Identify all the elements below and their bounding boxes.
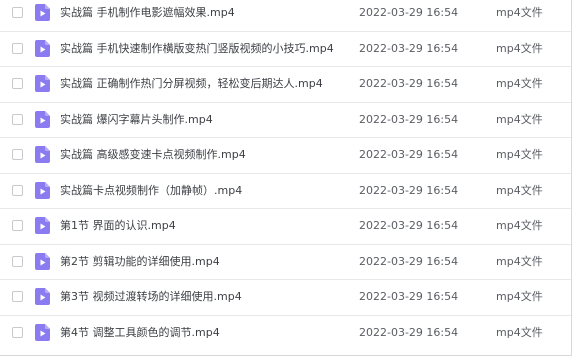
- video-file-icon: [35, 323, 50, 341]
- file-list: 实战篇 手机制作电影遮幅效果.mp4 2022-03-29 16:54 mp4文…: [0, 0, 572, 356]
- file-modified-date: 2022-03-29 16:54: [359, 148, 459, 161]
- file-type: mp4文件: [496, 290, 543, 303]
- row-checkbox[interactable]: [12, 149, 23, 160]
- row-checkbox[interactable]: [12, 113, 23, 125]
- file-type: mp4文件: [496, 77, 543, 90]
- row-checkbox[interactable]: [12, 78, 23, 89]
- file-name[interactable]: 第4节 调整工具颜色的调节.mp4: [60, 316, 220, 349]
- file-name[interactable]: 实战篇 高级感变速卡点视频制作.mp4: [60, 138, 246, 171]
- file-name[interactable]: 第3节 视频过渡转场的详细使用.mp4: [60, 280, 242, 313]
- file-modified-date: 2022-03-29 16:54: [359, 254, 459, 268]
- file-type: mp4文件: [496, 148, 543, 161]
- file-row[interactable]: 实战篇 高级感变速卡点视频制作.mp4 2022-03-29 16:54 mp4…: [0, 138, 571, 174]
- video-file-icon: [35, 217, 50, 234]
- file-type: mp4文件: [496, 219, 543, 232]
- file-modified-date: 2022-03-29 16:54: [359, 219, 459, 232]
- video-file-icon: [35, 146, 50, 163]
- file-name[interactable]: 实战篇 手机制作电影遮幅效果.mp4: [60, 0, 235, 29]
- video-file-icon: [35, 288, 50, 305]
- file-type: mp4文件: [496, 254, 543, 268]
- file-name[interactable]: 实战篇 正确制作热门分屏视频，轻松变后期达人.mp4: [60, 67, 323, 100]
- row-checkbox[interactable]: [12, 326, 23, 338]
- file-type: mp4文件: [496, 6, 543, 19]
- video-file-icon: [35, 181, 50, 199]
- file-type: mp4文件: [496, 41, 543, 55]
- file-name[interactable]: 实战篇 爆闪字幕片头制作.mp4: [60, 103, 213, 136]
- row-checkbox[interactable]: [12, 7, 23, 18]
- file-row[interactable]: 第4节 调整工具颜色的调节.mp4 2022-03-29 16:54 mp4文件: [0, 316, 571, 352]
- file-modified-date: 2022-03-29 16:54: [359, 41, 459, 55]
- file-row[interactable]: 第1节 界面的认识.mp4 2022-03-29 16:54 mp4文件: [0, 209, 571, 245]
- video-file-icon: [35, 252, 50, 270]
- file-name[interactable]: 实战篇 手机快速制作横版变热门竖版视频的小技巧.mp4: [60, 32, 334, 65]
- file-row[interactable]: 实战篇 手机快速制作横版变热门竖版视频的小技巧.mp4 2022-03-29 1…: [0, 32, 571, 67]
- file-row[interactable]: 实战篇 正确制作热门分屏视频，轻松变后期达人.mp4 2022-03-29 16…: [0, 67, 571, 103]
- file-modified-date: 2022-03-29 16:54: [359, 290, 459, 303]
- video-file-icon: [35, 75, 50, 92]
- file-row[interactable]: 实战篇 爆闪字幕片头制作.mp4 2022-03-29 16:54 mp4文件: [0, 103, 571, 138]
- row-checkbox[interactable]: [12, 184, 23, 196]
- file-row[interactable]: 实战篇 手机制作电影遮幅效果.mp4 2022-03-29 16:54 mp4文…: [0, 0, 571, 32]
- file-row[interactable]: 第3节 视频过渡转场的详细使用.mp4 2022-03-29 16:54 mp4…: [0, 280, 571, 316]
- file-modified-date: 2022-03-29 16:54: [359, 112, 459, 126]
- file-type: mp4文件: [496, 325, 543, 339]
- file-modified-date: 2022-03-29 16:54: [359, 183, 459, 197]
- row-checkbox[interactable]: [12, 291, 23, 302]
- video-file-icon: [35, 4, 50, 21]
- row-checkbox[interactable]: [12, 255, 23, 267]
- file-type: mp4文件: [496, 183, 543, 197]
- file-row[interactable]: 实战篇卡点视频制作（加静帧）.mp4 2022-03-29 16:54 mp4文…: [0, 174, 571, 209]
- video-file-icon: [35, 110, 50, 128]
- row-checkbox[interactable]: [12, 42, 23, 54]
- file-modified-date: 2022-03-29 16:54: [359, 325, 459, 339]
- file-modified-date: 2022-03-29 16:54: [359, 6, 459, 19]
- file-row[interactable]: 第2节 剪辑功能的详细使用.mp4 2022-03-29 16:54 mp4文件: [0, 245, 571, 280]
- file-name[interactable]: 第1节 界面的认识.mp4: [60, 209, 176, 242]
- row-checkbox[interactable]: [12, 220, 23, 231]
- video-file-icon: [35, 39, 50, 57]
- file-modified-date: 2022-03-29 16:54: [359, 77, 459, 90]
- file-name[interactable]: 第2节 剪辑功能的详细使用.mp4: [60, 245, 220, 278]
- file-type: mp4文件: [496, 112, 543, 126]
- file-name[interactable]: 实战篇卡点视频制作（加静帧）.mp4: [60, 174, 242, 207]
